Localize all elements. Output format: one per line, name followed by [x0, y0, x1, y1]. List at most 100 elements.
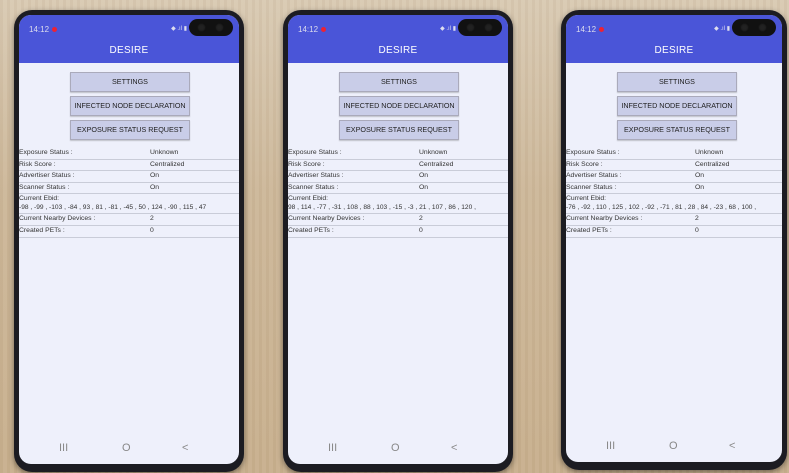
clock-text: 14:12 [298, 25, 327, 34]
status-value: On [695, 183, 705, 191]
status-row: Exposure Status : Unknown [19, 148, 239, 160]
status-label: Created PETs : [288, 226, 334, 234]
recording-dot-icon [599, 27, 605, 33]
infected-node-declaration-button[interactable]: INFECTED NODE DECLARATION [70, 96, 190, 116]
status-label: Risk Score : [566, 160, 603, 168]
infected-node-declaration-button[interactable]: INFECTED NODE DECLARATION [617, 96, 737, 116]
status-value: Unknown [419, 149, 448, 156]
status-label: Exposure Status : [288, 149, 342, 156]
signal-battery-icon: ◆ .ıl ▮ [440, 26, 456, 32]
status-row: Advertiser Status : On [566, 171, 782, 183]
status-row: Current Nearby Devices : 2 [288, 214, 508, 226]
phone-screen: 14:12 ◆ .ıl ▮ DESIRE SETTINGS INFECTED NODE … [566, 15, 782, 462]
status-label: Created PETs : [566, 226, 612, 234]
status-label: Scanner Status : [19, 183, 70, 191]
exposure-status-request-button[interactable]: EXPOSURE STATUS REQUEST [339, 120, 459, 140]
status-row: Current Nearby Devices : 2 [19, 214, 239, 226]
ebid-label: Current Ebid: [566, 195, 607, 203]
status-row: Scanner Status : On [19, 183, 239, 195]
status-table: Exposure Status : Unknown Risk Score : Cent… [288, 148, 508, 238]
phone-2: 14:12 ◆ .ıl ▮ DESIRE SETTINGS INFECTED NODE … [283, 10, 513, 472]
status-row: Advertiser Status : On [288, 171, 508, 183]
status-label: Risk Score : [288, 160, 325, 168]
status-row: Advertiser Status : On [19, 171, 239, 183]
status-row: Created PETs : 0 [19, 226, 239, 238]
app-header-bar: 14:12 ◆ .ıl ▮ DESIRE [19, 15, 239, 63]
settings-button[interactable]: SETTINGS [617, 72, 737, 92]
system-nav-bar: III O < [566, 432, 782, 462]
status-label: Scanner Status : [566, 183, 617, 191]
status-label: Advertiser Status : [19, 172, 75, 180]
signal-battery-icon: ◆ .ıl ▮ [714, 26, 730, 32]
home-icon[interactable]: O [122, 442, 131, 454]
app-header-bar: 14:12 ◆ .ıl ▮ DESIRE [566, 15, 782, 63]
status-row: Scanner Status : On [288, 183, 508, 195]
infected-node-declaration-button[interactable]: INFECTED NODE DECLARATION [339, 96, 459, 116]
exposure-status-request-button[interactable]: EXPOSURE STATUS REQUEST [70, 120, 190, 140]
status-row: Current Nearby Devices : 2 [566, 214, 782, 226]
status-value: Centralized [150, 160, 185, 168]
system-nav-bar: III O < [19, 434, 239, 464]
clock-text: 14:12 [29, 25, 58, 34]
phone-1: 14:12 ◆ .ıl ▮ DESIRE SETTINGS INFECTED NODE … [14, 10, 244, 472]
ebid-row: Current Ebid: -98 , -99 , -103 , -84 , 93… [19, 194, 239, 215]
status-value: On [695, 172, 705, 180]
back-icon[interactable]: < [182, 442, 188, 454]
clock-text: 14:12 [576, 25, 605, 34]
settings-button[interactable]: SETTINGS [70, 72, 190, 92]
app-title: DESIRE [378, 45, 418, 56]
ebid-values: 98 , 114 , -77 , -31 , 108 , 88 , 103 , … [288, 204, 476, 212]
status-value: 2 [150, 215, 154, 223]
status-value: On [150, 172, 160, 180]
status-label: Current Nearby Devices : [288, 215, 365, 223]
status-label: Current Nearby Devices : [19, 215, 96, 223]
status-row: Scanner Status : On [566, 183, 782, 195]
app-header-bar: 14:12 ◆ .ıl ▮ DESIRE [288, 15, 508, 63]
status-value: On [150, 183, 160, 191]
status-value: Centralized [695, 160, 730, 168]
back-icon[interactable]: < [451, 442, 457, 454]
recording-dot-icon [52, 27, 58, 33]
signal-battery-icon: ◆ .ıl ▮ [171, 26, 187, 32]
status-label: Risk Score : [19, 160, 56, 168]
ebid-row: Current Ebid: 98 , 114 , -77 , -31 , 108 … [288, 194, 508, 215]
status-value: Centralized [419, 160, 454, 168]
status-label: Scanner Status : [288, 183, 339, 191]
ebid-row: Current Ebid: -76 , -92 , 110 , 125 , 102… [566, 194, 782, 215]
status-label: Advertiser Status : [288, 172, 344, 180]
exposure-status-request-button[interactable]: EXPOSURE STATUS REQUEST [617, 120, 737, 140]
status-value: On [419, 183, 429, 191]
status-value: Unknown [150, 149, 179, 156]
ebid-values: -98 , -99 , -103 , -84 , 93 , 81 , -81 ,… [19, 204, 207, 212]
recent-apps-icon[interactable]: III [606, 440, 615, 452]
system-nav-bar: III O < [288, 434, 508, 464]
status-value: 0 [695, 226, 699, 234]
status-row: Risk Score : Centralized [19, 160, 239, 172]
ebid-label: Current Ebid: [288, 195, 329, 203]
status-value: 2 [419, 215, 423, 223]
app-title: DESIRE [654, 45, 694, 56]
status-value: 2 [695, 215, 699, 223]
back-icon[interactable]: < [729, 440, 735, 452]
phone-3: 14:12 ◆ .ıl ▮ DESIRE SETTINGS INFECTED NODE … [561, 10, 787, 470]
recent-apps-icon[interactable]: III [59, 442, 68, 454]
status-row: Exposure Status : Unknown [288, 148, 508, 160]
home-icon[interactable]: O [391, 442, 400, 454]
status-value: 0 [150, 226, 154, 234]
settings-button[interactable]: SETTINGS [339, 72, 459, 92]
status-value: Unknown [695, 149, 724, 156]
ebid-values: -76 , -92 , 110 , 125 , 102 , -92 , -71 … [566, 204, 757, 212]
status-table: Exposure Status : Unknown Risk Score : Cent… [19, 148, 239, 238]
home-icon[interactable]: O [669, 440, 678, 452]
recording-dot-icon [321, 27, 327, 33]
status-row: Risk Score : Centralized [288, 160, 508, 172]
app-title: DESIRE [109, 45, 149, 56]
status-row: Exposure Status : Unknown [566, 148, 782, 160]
status-label: Created PETs : [19, 226, 65, 234]
recent-apps-icon[interactable]: III [328, 442, 337, 454]
status-row: Created PETs : 0 [566, 226, 782, 238]
ebid-label: Current Ebid: [19, 195, 60, 203]
front-camera-cutout [458, 19, 502, 36]
status-row: Created PETs : 0 [288, 226, 508, 238]
status-row: Risk Score : Centralized [566, 160, 782, 172]
